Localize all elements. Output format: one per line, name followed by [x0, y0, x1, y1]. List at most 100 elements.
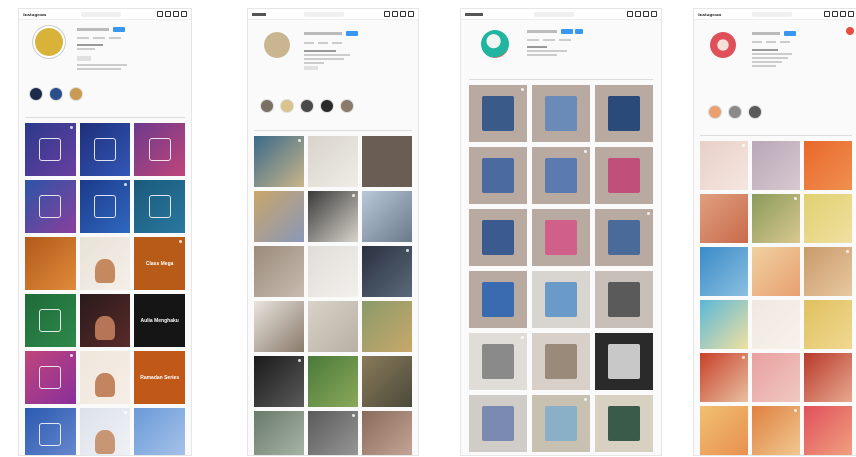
post-tile[interactable] [254, 356, 304, 407]
post-tile[interactable] [700, 353, 748, 402]
post-tile[interactable] [804, 141, 852, 190]
post-tile[interactable] [752, 141, 800, 190]
post-tile[interactable] [79, 180, 131, 233]
profile-tabs[interactable] [469, 79, 653, 84]
post-tile[interactable] [79, 237, 131, 290]
post-tile[interactable] [469, 209, 527, 266]
heart-icon[interactable] [847, 11, 854, 17]
profile-tabs[interactable] [25, 117, 185, 122]
post-tile[interactable] [254, 136, 304, 187]
post-tile[interactable] [25, 294, 76, 347]
highlight[interactable] [49, 87, 63, 101]
post-tile[interactable] [804, 194, 852, 243]
app-logo[interactable] [465, 12, 483, 16]
highlight[interactable] [260, 99, 274, 113]
post-tile[interactable] [532, 85, 590, 142]
highlight[interactable] [708, 105, 722, 119]
post-tile[interactable] [308, 246, 358, 297]
post-tile[interactable] [700, 300, 748, 349]
search-input[interactable] [80, 11, 121, 17]
post-tile[interactable] [254, 191, 304, 242]
profile-tabs[interactable] [700, 135, 852, 140]
direct-icon[interactable] [164, 11, 171, 17]
search-input[interactable] [534, 11, 574, 17]
post-tile[interactable] [595, 85, 653, 142]
follow-button[interactable] [346, 31, 358, 36]
post-tile[interactable] [700, 194, 748, 243]
post-tile[interactable] [700, 141, 748, 190]
post-tile[interactable] [804, 247, 852, 296]
post-tile[interactable] [308, 356, 358, 407]
highlight[interactable] [300, 99, 314, 113]
follow-button[interactable] [784, 31, 796, 36]
post-tile[interactable] [25, 237, 76, 290]
post-tile[interactable] [752, 406, 800, 455]
post-tile[interactable]: Aulia Menghaku [134, 294, 185, 347]
app-logo[interactable] [252, 12, 266, 16]
post-tile[interactable] [79, 408, 131, 455]
post-tile[interactable] [595, 395, 653, 452]
post-tile[interactable] [532, 209, 590, 266]
post-tile[interactable] [25, 408, 76, 455]
post-tile[interactable] [469, 147, 527, 204]
search-input[interactable] [751, 11, 792, 17]
post-tile[interactable] [469, 85, 527, 142]
post-tile[interactable] [700, 247, 748, 296]
post-tile[interactable] [308, 136, 358, 187]
avatar[interactable] [481, 30, 509, 58]
post-tile[interactable] [25, 123, 76, 176]
avatar[interactable] [710, 32, 736, 58]
message-button[interactable] [575, 29, 583, 34]
post-tile[interactable] [362, 411, 412, 455]
app-logo[interactable]: Instagram [698, 12, 721, 17]
home-icon[interactable] [823, 11, 830, 17]
post-tile[interactable] [595, 147, 653, 204]
explore-icon[interactable] [643, 11, 649, 17]
highlight[interactable] [280, 99, 294, 113]
post-tile[interactable] [134, 408, 185, 455]
post-tile[interactable] [25, 180, 76, 233]
explore-icon[interactable] [172, 11, 179, 17]
post-tile[interactable] [752, 300, 800, 349]
explore-icon[interactable] [839, 11, 846, 17]
direct-icon[interactable] [392, 11, 398, 17]
post-tile[interactable]: Class Mega [134, 237, 185, 290]
post-tile[interactable] [254, 246, 304, 297]
home-icon[interactable] [384, 11, 390, 17]
post-tile[interactable] [362, 246, 412, 297]
direct-icon[interactable] [635, 11, 641, 17]
highlight[interactable] [728, 105, 742, 119]
post-tile[interactable] [804, 353, 852, 402]
follow-button[interactable] [561, 29, 573, 34]
post-tile[interactable] [595, 333, 653, 390]
post-tile[interactable] [362, 356, 412, 407]
heart-icon[interactable] [408, 11, 414, 17]
home-icon[interactable] [156, 11, 163, 17]
follow-button[interactable] [113, 27, 125, 32]
post-tile[interactable] [308, 301, 358, 352]
post-tile[interactable] [79, 351, 131, 404]
post-tile[interactable] [804, 406, 852, 455]
post-tile[interactable] [752, 194, 800, 243]
post-tile[interactable] [752, 247, 800, 296]
highlight[interactable] [748, 105, 762, 119]
avatar[interactable] [264, 32, 290, 58]
post-tile[interactable] [469, 395, 527, 452]
profile-tabs[interactable] [254, 130, 412, 135]
heart-icon[interactable] [651, 11, 657, 17]
post-tile[interactable] [752, 353, 800, 402]
post-tile[interactable] [804, 300, 852, 349]
post-tile[interactable] [469, 271, 527, 328]
post-tile[interactable] [700, 406, 748, 455]
post-tile[interactable] [79, 294, 131, 347]
avatar[interactable] [35, 28, 63, 56]
highlight[interactable] [320, 99, 334, 113]
post-tile[interactable] [532, 395, 590, 452]
post-tile[interactable] [362, 191, 412, 242]
post-tile[interactable] [362, 136, 412, 187]
post-tile[interactable] [532, 147, 590, 204]
direct-icon[interactable] [831, 11, 838, 17]
post-tile[interactable] [595, 271, 653, 328]
search-input[interactable] [304, 11, 344, 17]
post-tile[interactable]: Ramadan Series [134, 351, 185, 404]
